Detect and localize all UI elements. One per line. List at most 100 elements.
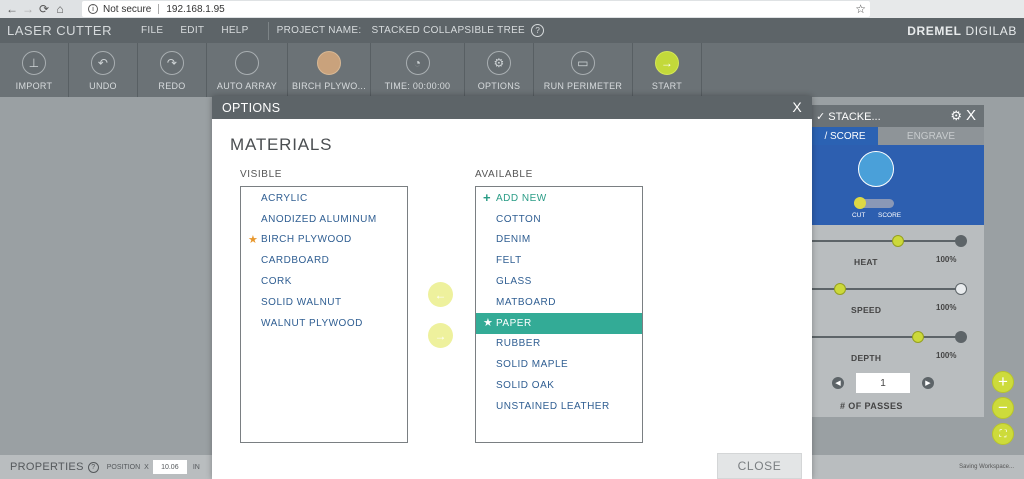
list-item[interactable]: FELT [476,250,642,271]
gear-icon[interactable]: ⚙ [950,108,962,124]
tool-label: OPTIONS [477,81,521,91]
perimeter-icon: ▭ [571,51,595,75]
color-preview-area: CUT SCORE [812,145,984,225]
list-item-label: SOLID MAPLE [496,359,569,371]
available-materials-list[interactable]: + ADD NEW COTTON DENIM FELT GLASS MATBOARD ★ PAP… [475,186,643,443]
options-button[interactable]: ⚙ OPTIONS [465,43,534,97]
slider-handle[interactable] [892,235,904,247]
redo-button[interactable]: ↷ REDO [138,43,207,97]
import-button[interactable]: ⊥ IMPORT [0,43,69,97]
toggle-label-cut: CUT [852,212,866,219]
list-item[interactable]: SOLID OAK [476,375,642,396]
toggle-label-score: SCORE [878,212,902,219]
passes-label: # OF PASSES [840,401,903,411]
list-item[interactable]: COTTON [476,209,642,230]
slider-end [955,331,967,343]
list-item[interactable]: SOLID MAPLE [476,354,642,375]
unit-label: IN [192,463,200,471]
dialog-title: OPTIONS [222,100,281,115]
tab-cut-score[interactable]: / SCORE [812,127,878,145]
list-item-label: CARDBOARD [261,255,330,267]
material-button[interactable]: BIRCH PLYWO... [288,43,371,97]
list-item[interactable]: CORK [241,271,407,292]
main-toolbar: ⊥ IMPORT ↶ UNDO ↷ REDO AUTO ARRAY BIRCH … [0,43,1024,97]
add-new-material[interactable]: + ADD NEW [476,188,642,209]
passes-input[interactable]: 1 [856,373,910,393]
visible-materials-list[interactable]: ACRYLIC ANODIZED ALUMINUM ★ BIRCH PLYWOOD CA… [240,186,408,443]
list-item[interactable]: SOLID WALNUT [241,292,407,313]
list-item[interactable]: WALNUT PLYWOOD [241,313,407,334]
reload-icon[interactable]: ⟳ [36,0,52,18]
list-item[interactable]: ANODIZED ALUMINUM [241,209,407,230]
heat-slider[interactable]: HEAT 100% [812,235,984,280]
list-item[interactable]: ACRYLIC [241,188,407,209]
tool-label: IMPORT [15,81,53,91]
list-item[interactable]: ★ PAPER [476,312,642,334]
list-item[interactable]: UNSTAINED LEATHER [476,396,642,417]
url-text[interactable]: 192.168.1.95 [166,4,224,15]
zoom-out-icon[interactable]: − [992,397,1014,419]
run-perimeter-button[interactable]: ▭ RUN PERIMETER [534,43,633,97]
list-item-label: ACRYLIC [261,192,308,204]
list-item[interactable]: MATBOARD [476,292,642,313]
depth-slider[interactable]: DEPTH 100% [812,331,984,376]
help-icon[interactable]: ? [87,461,99,473]
x-label: X [144,463,149,471]
app-title: LASER CUTTER [7,23,112,38]
tool-label: BIRCH PLYWO... [291,81,367,91]
close-button[interactable]: CLOSE [717,453,802,479]
forward-icon[interactable]: → [20,0,36,18]
list-item-label: BIRCH PLYWOOD [261,234,352,246]
list-item[interactable]: DENIM [476,230,642,251]
menu-edit[interactable]: EDIT [180,25,204,36]
zoom-in-icon[interactable]: + [992,371,1014,393]
divider [267,21,269,40]
menu-help[interactable]: HELP [221,25,248,36]
info-icon[interactable]: i [88,4,98,14]
list-item[interactable]: GLASS [476,271,642,292]
app-menubar: LASER CUTTER FILE EDIT HELP PROJECT NAME… [0,18,1024,43]
fit-view-icon[interactable]: ⛶ [992,423,1014,445]
list-item[interactable]: RUBBER [476,334,642,355]
color-swatch[interactable] [858,151,894,187]
address-bar[interactable]: i Not secure 192.168.1.95 ☆ [82,1,870,17]
visible-label: VISIBLE [240,169,282,180]
star-icon: ★ [483,316,494,329]
tool-label: AUTO ARRAY [216,81,278,91]
bookmark-star-icon[interactable]: ☆ [855,2,866,16]
slider-end [955,283,967,295]
chevron-right-icon[interactable]: ▶ [922,377,934,389]
list-item-label: MATBOARD [496,296,556,308]
tab-engrave[interactable]: ENGRAVE [878,127,984,145]
passes-stepper: ◀ 1 ▶ [832,373,962,393]
start-button[interactable]: → START [633,43,702,97]
project-name[interactable]: STACKED COLLAPSIBLE TREE [371,25,525,36]
cut-score-toggle[interactable] [854,197,894,209]
home-icon[interactable]: ⌂ [52,0,68,18]
close-icon[interactable]: X [966,107,976,124]
list-item[interactable]: CARDBOARD [241,250,407,271]
speed-slider[interactable]: SPEED 100% [812,283,984,328]
arrow-left-icon[interactable]: ← [428,282,453,307]
undo-button[interactable]: ↶ UNDO [69,43,138,97]
arrow-right-icon[interactable]: → [428,323,453,348]
plus-icon: + [483,190,492,205]
help-icon[interactable]: ? [531,24,545,37]
list-item-label: ADD NEW [496,192,547,204]
list-item-label: PAPER [496,317,532,329]
depth-label: DEPTH [851,353,882,363]
slider-end [955,235,967,247]
auto-array-button[interactable]: AUTO ARRAY [207,43,288,97]
back-icon[interactable]: ← [4,0,20,18]
slider-handle[interactable] [912,331,924,343]
browser-extension-area [870,0,1024,18]
list-item[interactable]: ★ BIRCH PLYWOOD [241,230,407,251]
list-item-label: COTTON [496,213,542,225]
section-title: MATERIALS [230,135,333,154]
chevron-left-icon[interactable]: ◀ [832,377,844,389]
toggle-knob[interactable] [854,197,866,209]
x-position-input[interactable]: 10.06 [152,460,187,474]
slider-handle[interactable] [834,283,846,295]
close-icon[interactable]: X [792,99,802,115]
menu-file[interactable]: FILE [141,25,163,36]
